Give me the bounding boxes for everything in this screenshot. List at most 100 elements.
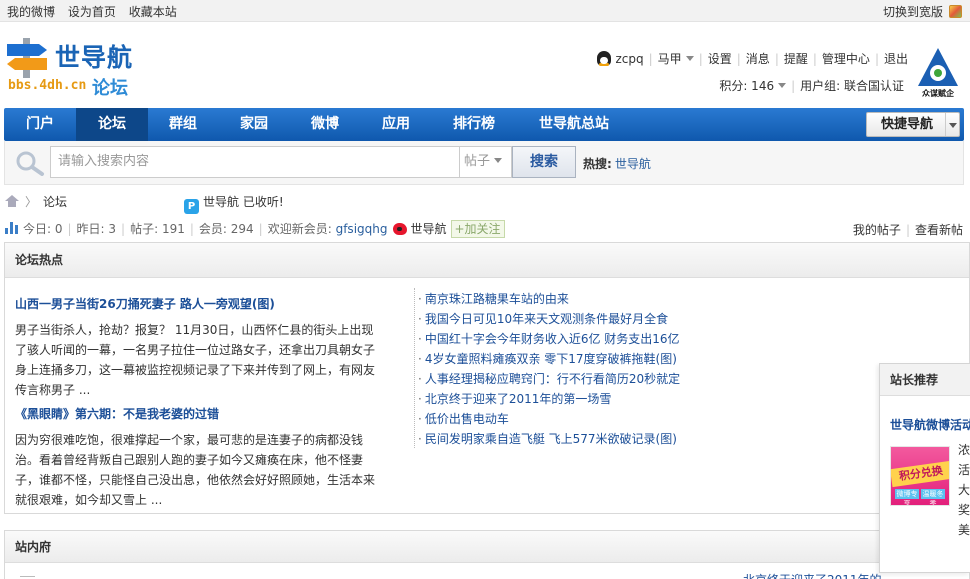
top-links: 我的微博 设为首页 收藏本站 bbox=[7, 3, 186, 20]
vest-switch[interactable]: 马甲 bbox=[658, 52, 694, 66]
nav-item-forum[interactable]: 论坛 bbox=[76, 108, 148, 141]
forum-stats: 今日: 0 | 昨日: 3 | 帖子: 191 | 会员: 294 | 欢迎新会员: gfsig… bbox=[5, 220, 505, 238]
notice-text: 已收听! bbox=[242, 195, 284, 209]
breadcrumb: 〉论坛 bbox=[5, 193, 67, 210]
site-logo-url: bbs.4dh.cn bbox=[8, 78, 87, 93]
divider bbox=[20, 576, 35, 577]
hot-topic-list: 南京珠江路糖果车站的由来 我国今日可见10年来天文观测条件最好月全食 中国红十字… bbox=[418, 289, 680, 449]
stat-members: 会员: 294 bbox=[198, 222, 254, 236]
chevron-down-icon[interactable] bbox=[945, 113, 959, 136]
nav-item-portal[interactable]: 门户 bbox=[4, 108, 76, 141]
switch-wide-link[interactable]: 切换到宽版 bbox=[883, 5, 943, 19]
list-item[interactable]: 北京终于迎来了2011年的 bbox=[743, 571, 882, 579]
recommend-desc: 浓活大奖美 bbox=[958, 443, 970, 537]
hot-search-link[interactable]: 世导航 bbox=[615, 157, 651, 171]
nav-item-ranking[interactable]: 排行榜 bbox=[432, 108, 516, 141]
site-logo-title[interactable]: 世导航 bbox=[55, 38, 133, 74]
stats-chart-icon bbox=[5, 222, 18, 234]
top-bar: 我的微博 设为首页 收藏本站 切换到宽版 bbox=[0, 0, 970, 22]
p-logo-icon: P bbox=[184, 199, 199, 214]
article-summary: 因为穷很难吃饱，很难撑起一个家，最可悲的是连妻子的病都没钱治。看着曾经背叛自己跟… bbox=[15, 433, 376, 507]
list-item[interactable]: 南京珠江路糖果车站的由来 bbox=[418, 289, 680, 309]
settings-link[interactable]: 设置 bbox=[708, 52, 732, 66]
badge-text: 众谋赋企 bbox=[922, 88, 955, 98]
image-banner: 积分兑换 bbox=[891, 460, 949, 488]
post-links: 我的帖子 | 查看新帖 bbox=[852, 223, 963, 237]
bookmark-link[interactable]: 收藏本站 bbox=[129, 5, 177, 19]
admin-recommend-panel: 站长推荐 世导航微博活动 积分兑换 微博专享 温暖冬季 浓活大奖美 bbox=[879, 363, 970, 573]
signpost-logo-icon[interactable] bbox=[3, 38, 51, 78]
home-icon[interactable] bbox=[5, 195, 19, 207]
nav-item-groups[interactable]: 群组 bbox=[148, 108, 218, 141]
hot-search-label: 热搜: bbox=[583, 157, 612, 171]
site-logo-forum: 论坛 bbox=[92, 78, 128, 99]
list-item[interactable]: 人事经理揭秘应聘窍门：行不行看简历20秒就定 bbox=[418, 369, 680, 389]
station-panel: 站内府 北京终于迎来了2011年的 bbox=[4, 530, 970, 579]
welcome-label: 欢迎新会员: bbox=[267, 222, 332, 236]
nav-item-main-site[interactable]: 世导航总站 bbox=[516, 108, 632, 141]
panel-title: 站内府 bbox=[5, 531, 969, 563]
user-group[interactable]: 用户组: 联合国认证 bbox=[800, 79, 904, 93]
admin-center-link[interactable]: 管理中心 bbox=[822, 52, 870, 66]
quick-nav-button[interactable]: 快捷导航 bbox=[866, 112, 960, 137]
my-weibo-link[interactable]: 我的微博 bbox=[7, 5, 55, 19]
panel-title: 站长推荐 bbox=[880, 364, 970, 396]
list-item[interactable]: 低价出售电动车 bbox=[418, 409, 680, 429]
main-nav: 门户 论坛 群组 家园 微博 应用 排行榜 世导航总站 快捷导航 bbox=[4, 108, 964, 141]
reminders-link[interactable]: 提醒 bbox=[784, 52, 808, 66]
hot-search: 热搜: 世导航 bbox=[583, 155, 651, 172]
style-switch-icon[interactable] bbox=[949, 5, 962, 18]
follow-button[interactable]: +加关注 bbox=[450, 220, 505, 238]
nav-item-weibo[interactable]: 微博 bbox=[290, 108, 360, 141]
chevron-down-icon bbox=[494, 158, 503, 163]
search-bar: 请输入搜索内容 帖子 搜索 热搜: 世导航 bbox=[4, 141, 964, 185]
chevron-down-icon bbox=[778, 83, 787, 88]
weibo-icon bbox=[393, 223, 408, 235]
points-link[interactable]: 积分: 146 bbox=[719, 79, 787, 93]
new-member-link[interactable]: gfsigqhg bbox=[336, 222, 388, 236]
article-summary: 男子当街杀人，抢劫？报复？ 11月30日，山西怀仁县的街头上出现了骇人听闻的一幕… bbox=[15, 323, 376, 397]
list-item[interactable]: 民间发明家乘自造飞艇 飞上577米欲破记录(图) bbox=[418, 429, 680, 449]
list-item[interactable]: 我国今日可见10年来天文观测条件最好月全食 bbox=[418, 309, 680, 329]
width-switch[interactable]: 切换到宽版 bbox=[883, 3, 962, 20]
qq-penguin-icon bbox=[597, 51, 612, 66]
messages-link[interactable]: 消息 bbox=[746, 52, 770, 66]
notice-name[interactable]: 世导航 bbox=[203, 195, 239, 209]
hot-article: 山西一男子当街26刀捅死妻子 路人一旁观望(图) 男子当街杀人，抢劫？报复？ 1… bbox=[15, 295, 385, 400]
my-posts-link[interactable]: 我的帖子 bbox=[853, 223, 901, 237]
stat-posts: 帖子: 191 bbox=[130, 222, 185, 236]
user-bar: zcpq | 马甲 | 设置 | 消息 | 提醒 | 管理中心 | 退出 bbox=[597, 50, 908, 67]
list-item[interactable]: 北京终于迎来了2011年的第一场雪 bbox=[418, 389, 680, 409]
chevron-down-icon bbox=[685, 56, 694, 61]
hot-article: 《黑眼睛》第六期：不是我老婆的过错 因为穷很难吃饱，很难撑起一个家，最可悲的是连… bbox=[15, 405, 385, 510]
breadcrumb-current[interactable]: 论坛 bbox=[43, 195, 67, 209]
stat-yesterday: 昨日: 3 bbox=[76, 222, 117, 236]
panel-title: 论坛热点 bbox=[5, 243, 969, 278]
search-button[interactable]: 搜索 bbox=[512, 146, 576, 178]
list-item[interactable]: 中国红十字会今年财务收入近6亿 财务支出16亿 bbox=[418, 329, 680, 349]
nav-item-apps[interactable]: 应用 bbox=[360, 108, 432, 141]
recommend-image[interactable]: 积分兑换 微博专享 温暖冬季 bbox=[890, 446, 950, 506]
article-title[interactable]: 山西一男子当街26刀捅死妻子 路人一旁观望(图) bbox=[15, 295, 385, 312]
image-button: 温暖冬季 bbox=[921, 489, 945, 506]
nav-item-home[interactable]: 家园 bbox=[218, 108, 290, 141]
weibo-name[interactable]: 世导航 bbox=[410, 222, 446, 236]
username-link[interactable]: zcpq bbox=[615, 52, 643, 66]
new-posts-link[interactable]: 查看新帖 bbox=[915, 223, 963, 237]
divider bbox=[414, 288, 415, 448]
forum-hot-panel: 论坛热点 山西一男子当街26刀捅死妻子 路人一旁观望(图) 男子当街杀人，抢劫？… bbox=[4, 242, 970, 514]
set-homepage-link[interactable]: 设为首页 bbox=[68, 5, 116, 19]
image-button: 微博专享 bbox=[895, 489, 919, 506]
search-icon bbox=[16, 151, 44, 176]
article-title[interactable]: 《黑眼睛》第六期：不是我老婆的过错 bbox=[15, 405, 385, 422]
search-type-select[interactable]: 帖子 bbox=[460, 146, 512, 178]
user-info: 积分: 146 | 用户组: 联合国认证 bbox=[719, 79, 904, 93]
recommend-title[interactable]: 世导航微博活动 bbox=[890, 416, 970, 433]
list-item[interactable]: 4岁女童照料瘫痪双亲 零下17度穿破裤拖鞋(图) bbox=[418, 349, 680, 369]
stat-today: 今日: 0 bbox=[23, 222, 63, 236]
partner-badge-logo[interactable]: 众谋赋企 bbox=[914, 46, 962, 98]
logout-link[interactable]: 退出 bbox=[884, 52, 908, 66]
chevron-right-icon: 〉 bbox=[25, 195, 38, 209]
follow-notice: P 世导航 已收听! bbox=[184, 193, 284, 214]
search-input[interactable]: 请输入搜索内容 bbox=[50, 146, 460, 178]
